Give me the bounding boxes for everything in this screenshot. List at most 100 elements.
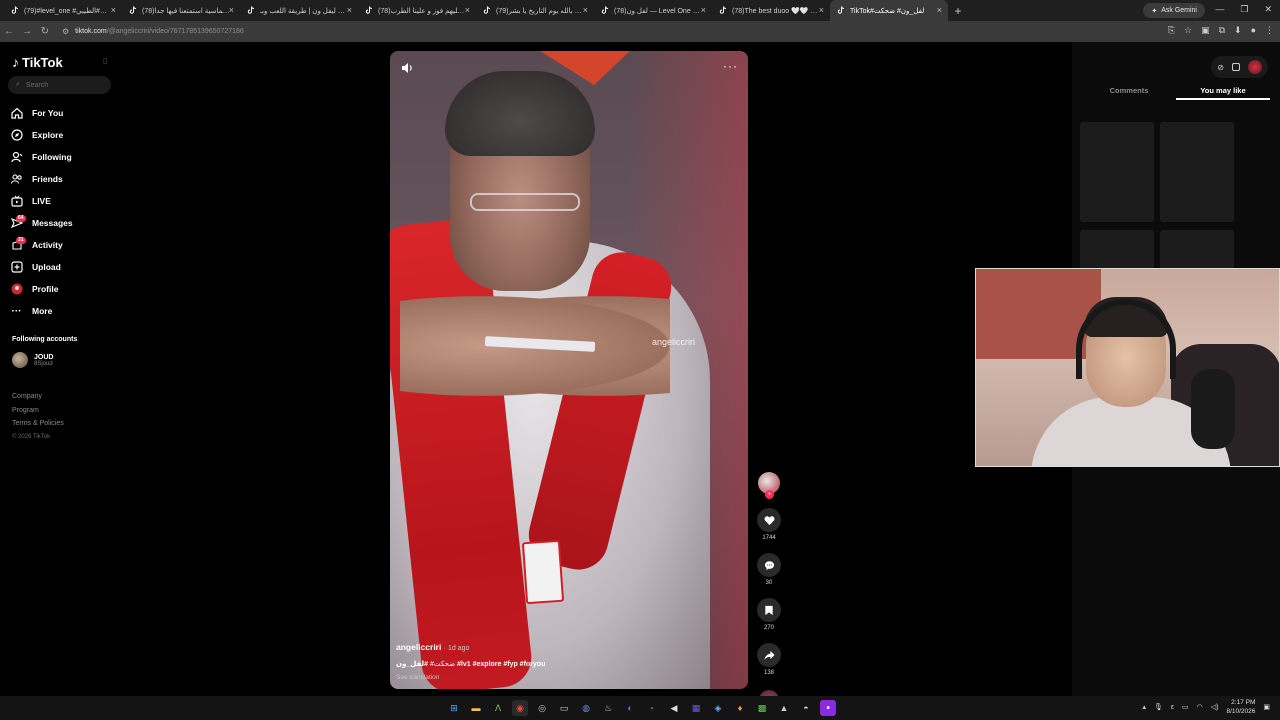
close-tab-icon[interactable]: × [111, 5, 116, 15]
app-icon[interactable]: ◎ [534, 700, 550, 716]
close-tab-icon[interactable]: × [701, 5, 706, 15]
app-icon[interactable]: ◐ [622, 700, 638, 716]
tab-comments[interactable]: Comments [1082, 82, 1176, 100]
split-view-icon[interactable]: ▣ [1201, 25, 1210, 36]
nav-upload[interactable]: Upload [10, 256, 73, 278]
site-info-icon[interactable]: ⚙ [62, 27, 69, 36]
volume-icon[interactable] [400, 61, 414, 75]
app-icon[interactable]: ▲ [776, 700, 792, 716]
mic-icon[interactable]: 🎙 [1154, 703, 1163, 711]
taskbar-apps: ⊞ ▬ Λ ◉ ◎ ▭ ◍ ♨ ◐ ▪ ◀ ▦ ◈ ♦ ▩ ▲ ◓ ■ [446, 700, 836, 716]
app-icon[interactable]: ▦ [688, 700, 704, 716]
nav-live[interactable]: LIVE [10, 190, 73, 212]
nav-more[interactable]: ··· More [10, 300, 73, 322]
app-icon[interactable]: ◀ [666, 700, 682, 716]
nav-label: Profile [32, 284, 59, 294]
menu-icon[interactable]: ⋮ [1265, 25, 1274, 36]
tiktok-logo[interactable]: ♪ TikTok [12, 54, 63, 70]
user-avatar[interactable] [1248, 60, 1262, 74]
video-more-icon[interactable]: ··· [723, 59, 738, 73]
nav-activity[interactable]: 31 Activity [10, 234, 73, 256]
app-icon[interactable]: ■ [820, 700, 836, 716]
save-button[interactable] [757, 598, 781, 622]
app-icon[interactable]: ♦ [732, 700, 748, 716]
downloads-icon[interactable]: ⬇ [1234, 25, 1242, 36]
follow-plus-icon[interactable]: + [765, 490, 774, 499]
search-input[interactable]: ⌕ Search [8, 76, 111, 94]
coin-icon[interactable]: ⊘ [1217, 63, 1224, 72]
share-count: 138 [763, 670, 774, 676]
ask-gemini-button[interactable]: ✦ Ask Gemini [1143, 3, 1205, 18]
close-tab-icon[interactable]: × [229, 5, 234, 15]
device-icon[interactable] [1232, 63, 1240, 71]
back-icon[interactable]: ← [0, 26, 18, 37]
close-tab-icon[interactable]: × [583, 5, 588, 15]
footer-company-link[interactable]: Company [12, 390, 64, 404]
file-explorer-icon[interactable]: ▬ [468, 700, 484, 716]
footer-program-link[interactable]: Program [12, 404, 64, 418]
close-tab-icon[interactable]: × [347, 5, 352, 15]
browser-tab[interactable]: رايس ليفل ون | طريقة اللعب وبـ...× [240, 0, 358, 21]
translate-icon[interactable]: ⎘ [1168, 25, 1175, 36]
nav-following[interactable]: Following [10, 146, 73, 168]
browser-tab[interactable]: TikTok#لفل_ون# ضحكت × [830, 0, 948, 21]
nav-messages[interactable]: 64 Messages [10, 212, 73, 234]
video-player[interactable]: angeliccriri ··· angeliccriri · 1d ago ض… [390, 51, 748, 689]
close-tab-icon[interactable]: × [819, 5, 824, 15]
nav-explore[interactable]: Explore [10, 124, 73, 146]
wifi-icon[interactable]: ◠ [1197, 703, 1203, 711]
minimize-icon[interactable]: — [1215, 4, 1224, 15]
browser-tab[interactable]: (79)اقسم بالله يوم التاريخ يا بشر × [476, 0, 594, 21]
nav-for-you[interactable]: For You [10, 102, 73, 124]
address-bar[interactable]: ⚙ tiktok.com /@angeliccriri/video/767178… [62, 24, 1102, 39]
ime-icon[interactable]: ε [1171, 704, 1174, 711]
close-tab-icon[interactable]: × [465, 5, 470, 15]
browser-tab[interactable]: (78)هجا عليهم فوز و علينا الطرب × [358, 0, 476, 21]
terminal-icon[interactable]: ▭ [556, 700, 572, 716]
browser-tab[interactable]: (78)ليلة حماسية استمتعنا فيها جدا× [122, 0, 240, 21]
steam-icon[interactable]: ♨ [600, 700, 616, 716]
app-icon[interactable]: ▩ [754, 700, 770, 716]
bookmark-star-icon[interactable]: ☆ [1184, 25, 1192, 36]
footer-terms-link[interactable]: Terms & Policies [12, 417, 64, 431]
clock[interactable]: 2:17 PM 8/10/2026 [1226, 698, 1255, 716]
browser-tab[interactable]: (79)#level_one #لفل_ون#الطيبي× [4, 0, 122, 21]
chrome-icon[interactable]: ◉ [512, 700, 528, 716]
app-icon[interactable]: ◓ [798, 700, 814, 716]
new-tab-button[interactable]: + [948, 4, 968, 18]
volume-tray-icon[interactable]: ◁) [1211, 703, 1219, 711]
like-button[interactable] [757, 508, 781, 532]
tray-chevron-icon[interactable]: ▴ [1142, 703, 1146, 711]
see-translation-link[interactable]: See translation [396, 674, 646, 681]
forward-icon[interactable]: → [18, 26, 36, 37]
following-account[interactable]: JOUD 8Sjoud [12, 352, 53, 368]
like-count: 1744 [762, 535, 776, 541]
tiktok-favicon-icon [483, 6, 491, 14]
close-tab-icon[interactable]: × [937, 5, 942, 15]
app-icon[interactable]: ◈ [710, 700, 726, 716]
creator-avatar[interactable]: + [758, 472, 780, 499]
app-icon[interactable]: Λ [490, 700, 506, 716]
comment-button[interactable] [757, 553, 781, 577]
maximize-icon[interactable]: ❐ [1240, 4, 1248, 15]
close-window-icon[interactable]: ✕ [1264, 4, 1272, 15]
share-button[interactable] [757, 643, 781, 667]
notifications-icon[interactable]: ▣ [1263, 703, 1270, 711]
profile-avatar-icon[interactable]: ● [1251, 25, 1256, 36]
video-author[interactable]: angeliccriri · 1d ago [396, 642, 646, 652]
extensions-icon[interactable]: ⧉ [1219, 25, 1225, 36]
browser-tab[interactable]: (78)لفل ون — Level One ثابتك× [594, 0, 712, 21]
discord-icon[interactable]: ◍ [578, 700, 594, 716]
browser-tab[interactable]: (78)The best duoo 🤍🤍 #ريلاو× [712, 0, 830, 21]
collapse-sidebar-icon[interactable]: ▯ [103, 56, 107, 65]
reload-icon[interactable]: ↻ [36, 26, 54, 37]
suggested-video-thumbnail[interactable] [1080, 122, 1154, 222]
tab-you-may-like[interactable]: You may like [1176, 82, 1270, 100]
nav-profile[interactable]: Profile [10, 278, 73, 300]
network-icon[interactable]: ▭ [1182, 703, 1189, 711]
nav-friends[interactable]: Friends [10, 168, 73, 190]
start-icon[interactable]: ⊞ [446, 700, 462, 716]
app-icon[interactable]: ▪ [644, 700, 660, 716]
caption-hashtags[interactable]: #لفل_ون #lv1 #explore #fyp #foryou [396, 661, 545, 668]
suggested-video-thumbnail[interactable] [1160, 122, 1234, 222]
